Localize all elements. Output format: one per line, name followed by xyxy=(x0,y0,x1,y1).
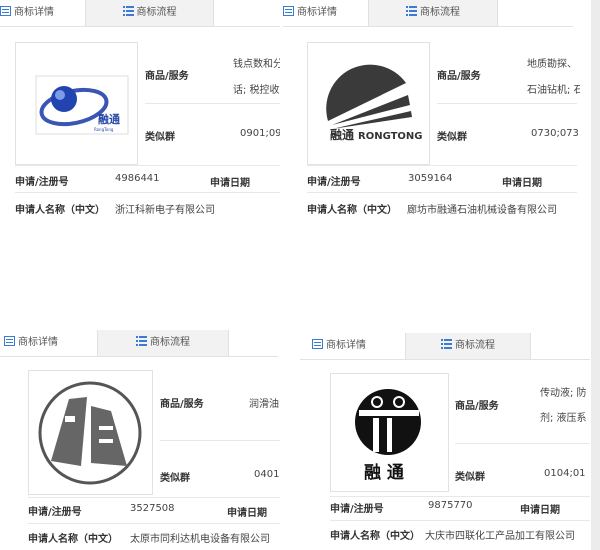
apply-date-label: 申请日期 xyxy=(502,178,542,189)
detail-icon xyxy=(283,6,294,16)
divider xyxy=(28,523,280,524)
detail-icon xyxy=(4,336,15,346)
divider xyxy=(330,520,590,521)
goods-label: 商品/服务 xyxy=(437,71,481,82)
svg-text:融 通: 融 通 xyxy=(364,463,404,483)
apply-date-label: 申请日期 xyxy=(520,505,560,516)
rongtong-logo-circle xyxy=(38,381,142,485)
goods-label: 商品/服务 xyxy=(455,401,499,412)
divider xyxy=(307,192,577,193)
similar-value: 0401 xyxy=(254,469,280,480)
similar-label: 类似群 xyxy=(145,132,175,143)
goods-value-2: 剂; 液压系 xyxy=(540,413,587,424)
similar-label: 类似群 xyxy=(160,473,190,484)
rongtong-logo-sunrise: 融通 RONGTONG xyxy=(326,64,423,142)
reg-no-label: 申请/注册号 xyxy=(15,177,69,188)
tab-detail[interactable]: 商标详情 xyxy=(312,333,405,359)
similar-value: 0104;01 xyxy=(544,468,586,479)
goods-value: 钱点数和分 xyxy=(233,59,280,70)
similar-value: 0730;073 xyxy=(531,128,579,139)
reg-no-label: 申请/注册号 xyxy=(307,177,361,188)
divider xyxy=(145,103,280,104)
goods-value-2: 石油钻机; 石 xyxy=(527,85,580,96)
applicant-value: 太原市同利达机电设备有限公司 xyxy=(130,534,270,545)
rongtong-logo-tp: 融 通 xyxy=(355,389,421,483)
tab-bar: 商标详情 商标流程 xyxy=(0,0,280,27)
rongtong-logo-globe: 融通 RongTong xyxy=(35,75,129,135)
tab-bar: 商标详情 商标流程 xyxy=(300,333,590,360)
goods-value: 传动液; 防 xyxy=(540,388,587,399)
divider xyxy=(330,496,590,497)
tab-detail[interactable]: 商标详情 xyxy=(0,0,85,26)
detail-icon xyxy=(0,6,11,16)
trademark-card-3: 商标详情 商标流程 商品/服务 润滑油 类似群 0401 申请/注册号 3527… xyxy=(0,330,280,550)
tab-flow[interactable]: 商标流程 xyxy=(368,0,498,26)
reg-no-value: 3527508 xyxy=(130,503,175,514)
trademark-card-1: 商标详情 商标流程 融通 RongTong 商品/服务 钱点数和分 话; 税控收… xyxy=(0,0,280,230)
scrollbar[interactable] xyxy=(591,0,600,550)
svg-text:RONGTONG: RONGTONG xyxy=(358,131,423,142)
similar-value: 0901;090 xyxy=(240,128,280,139)
applicant-value: 浙江科新电子有限公司 xyxy=(115,205,215,216)
trademark-image[interactable]: 融通 RONGTONG xyxy=(307,42,430,165)
detail-icon xyxy=(312,339,323,349)
divider xyxy=(307,165,577,166)
trademark-card-2: 商标详情 商标流程 融通 RONGTONG 商品/服务 地质勘探、 石油钻机; … xyxy=(283,0,580,230)
applicant-label: 申请人名称（中文） xyxy=(330,531,420,542)
divider xyxy=(15,192,280,193)
tab-detail[interactable]: 商标详情 xyxy=(4,330,97,356)
list-icon xyxy=(406,6,417,16)
tab-detail[interactable]: 商标详情 xyxy=(283,0,368,26)
svg-text:RongTong: RongTong xyxy=(94,127,114,132)
reg-no-label: 申请/注册号 xyxy=(28,507,82,518)
tab-bar: 商标详情 商标流程 xyxy=(283,0,573,27)
similar-label: 类似群 xyxy=(437,132,467,143)
reg-no-label: 申请/注册号 xyxy=(330,504,384,515)
svg-text:融通: 融通 xyxy=(330,127,354,142)
tab-flow[interactable]: 商标流程 xyxy=(97,330,229,356)
apply-date-label: 申请日期 xyxy=(227,508,267,519)
applicant-label: 申请人名称（中文） xyxy=(28,534,118,545)
divider xyxy=(455,443,590,444)
applicant-value: 廊坊市融通石油机械设备有限公司 xyxy=(407,205,557,216)
goods-value: 润滑油 xyxy=(249,399,279,410)
reg-no-value: 3059164 xyxy=(408,173,453,184)
trademark-image[interactable]: 融通 RongTong xyxy=(15,42,138,165)
reg-no-value: 9875770 xyxy=(428,500,473,511)
divider xyxy=(160,440,280,441)
apply-date-label: 申请日期 xyxy=(210,178,250,189)
trademark-card-4: 商标详情 商标流程 融 通 商品/服务 传动液; 防 剂; 液压系 类似群 01… xyxy=(298,333,590,550)
similar-label: 类似群 xyxy=(455,472,485,483)
tab-bar: 商标详情 商标流程 xyxy=(0,330,278,357)
list-icon xyxy=(441,339,452,349)
applicant-value: 大庆市四联化工产品加工有限公司 xyxy=(425,531,575,542)
trademark-image[interactable]: 融 通 xyxy=(330,373,449,492)
tab-flow[interactable]: 商标流程 xyxy=(85,0,214,26)
svg-text:融通: 融通 xyxy=(98,112,120,126)
tab-flow[interactable]: 商标流程 xyxy=(405,333,531,359)
list-icon xyxy=(122,6,134,16)
goods-label: 商品/服务 xyxy=(145,71,189,82)
goods-value-2: 话; 税控收 xyxy=(233,85,280,96)
applicant-label: 申请人名称（中文） xyxy=(307,205,397,216)
divider xyxy=(437,103,577,104)
trademark-image[interactable] xyxy=(28,370,153,495)
goods-value: 地质勘探、 xyxy=(527,59,577,70)
divider xyxy=(15,165,280,166)
reg-no-value: 4986441 xyxy=(115,173,160,184)
divider xyxy=(28,497,280,498)
list-icon xyxy=(136,336,147,346)
applicant-label: 申请人名称（中文） xyxy=(15,205,105,216)
goods-label: 商品/服务 xyxy=(160,399,204,410)
